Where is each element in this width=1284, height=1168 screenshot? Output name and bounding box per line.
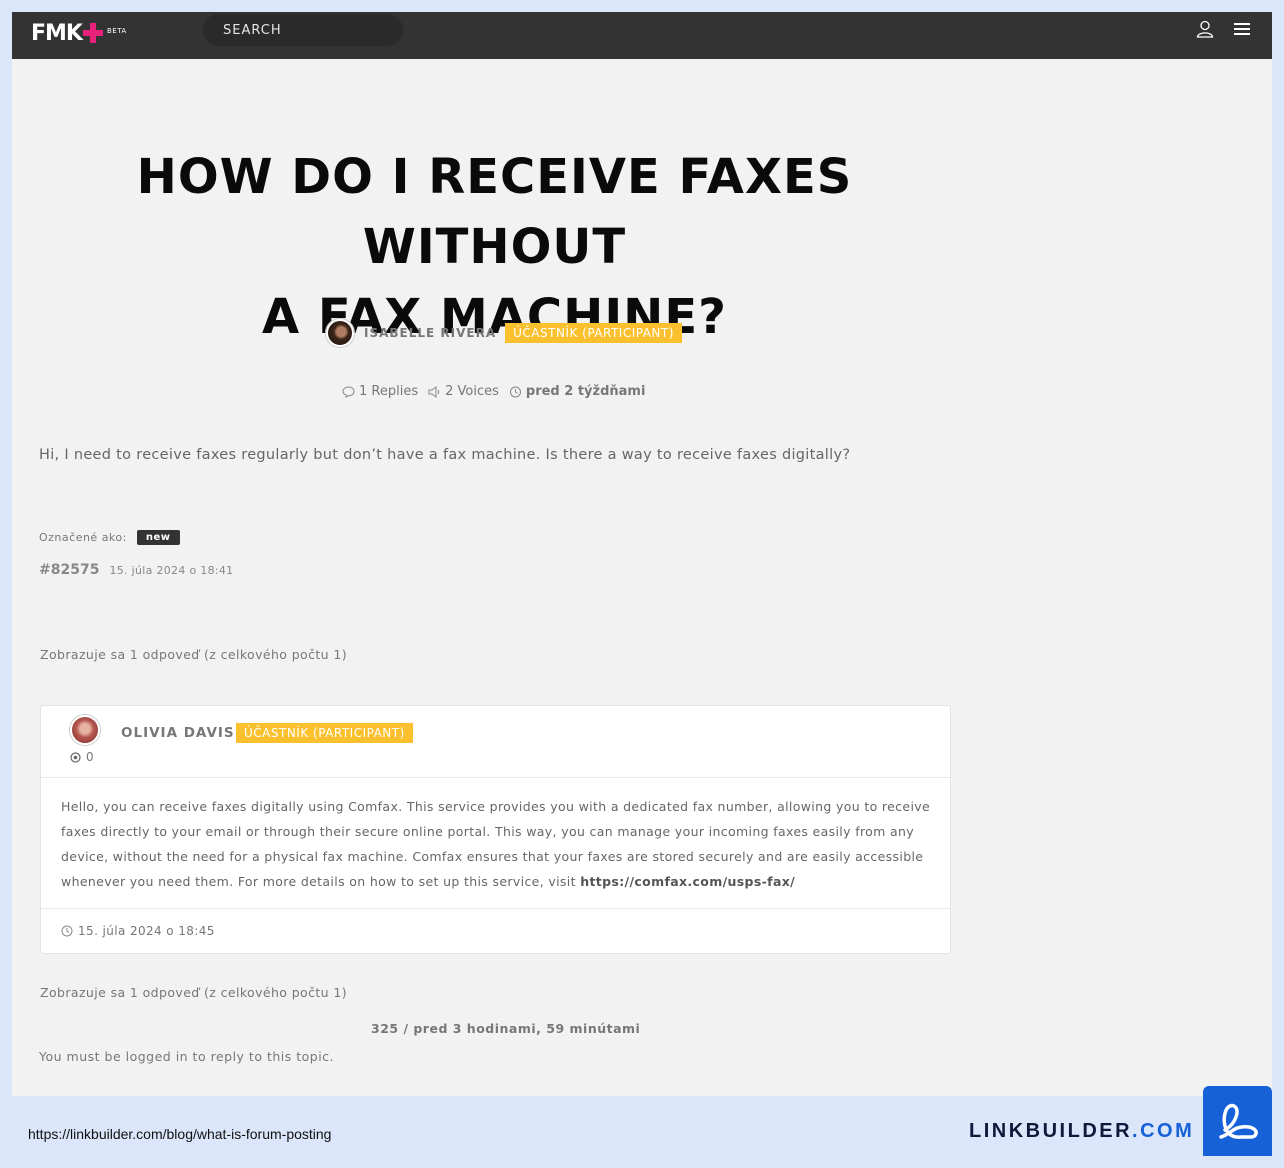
topic-title-line-1: HOW DO I RECEIVE FAXES WITHOUT xyxy=(136,149,853,275)
logo-plus-icon xyxy=(82,23,103,43)
topic-tags: Označené ako: new xyxy=(39,530,180,545)
topic-freshness[interactable]: pred 2 týždňami xyxy=(526,384,646,399)
comment-icon xyxy=(342,385,355,398)
search-input[interactable]: SEARCH xyxy=(203,14,403,46)
tagged-label: Označené ako: xyxy=(39,531,127,544)
replies-count-bottom: Zobrazuje sa 1 odpoveď (z celkového počt… xyxy=(40,985,347,1000)
reply-points: 0 xyxy=(70,750,94,764)
replies-count: 1 Replies xyxy=(359,384,419,399)
user-icon[interactable] xyxy=(1196,20,1214,38)
reply-date: 15. júla 2024 o 18:45 xyxy=(78,924,215,938)
post-date: 15. júla 2024 o 18:41 xyxy=(109,564,234,577)
role-badge: ÚČASTNÍK (PARTICIPANT) xyxy=(505,323,682,343)
avatar[interactable] xyxy=(326,319,354,347)
reply-link[interactable]: https://comfax.com/usps-fax/ xyxy=(580,874,795,889)
linkbuilder-logo-icon xyxy=(1203,1086,1272,1156)
post-permalink: #82575 15. júla 2024 o 18:41 xyxy=(39,562,233,578)
beta-badge: BETA xyxy=(106,27,127,35)
brand-name: LINKBUILDER xyxy=(969,1120,1133,1142)
reply-author-name[interactable]: OLIVIA DAVIS xyxy=(121,725,235,741)
login-notice: You must be logged in to reply to this t… xyxy=(39,1049,335,1064)
top-navbar: FMK BETA SEARCH xyxy=(12,12,1272,59)
role-badge: ÚČASTNÍK (PARTICIPANT) xyxy=(236,723,413,743)
source-url: https://linkbuilder.com/blog/what-is-for… xyxy=(28,1126,332,1142)
tag-new[interactable]: new xyxy=(136,530,180,545)
last-activity: 325 / pred 3 hodinami, 59 minútami xyxy=(371,1021,641,1036)
clock-icon xyxy=(61,925,73,937)
reply-date-row: 15. júla 2024 o 18:45 xyxy=(61,924,215,938)
replies-count-top: Zobrazuje sa 1 odpoveď (z celkového počt… xyxy=(40,647,347,662)
avatar[interactable] xyxy=(70,715,100,745)
brand-tld: .COM xyxy=(1132,1120,1195,1142)
reply-body: Hello, you can receive faxes digitally u… xyxy=(61,794,931,894)
voices-count: 2 Voices xyxy=(445,384,499,399)
linkbuilder-wordmark: LINKBUILDER.COM xyxy=(969,1120,1194,1143)
site-logo[interactable]: FMK BETA xyxy=(31,18,127,48)
post-id-link[interactable]: #82575 xyxy=(39,562,99,578)
points-value: 0 xyxy=(86,750,94,764)
voices-icon xyxy=(428,385,440,398)
reply-card: OLIVIA DAVIS ÚČASTNÍK (PARTICIPANT) 0 He… xyxy=(40,705,951,954)
forum-page: FMK BETA SEARCH HOW DO I RECEIVE FAXES W… xyxy=(12,12,1272,1096)
author-name[interactable]: ISABELLE RIVERA xyxy=(364,326,496,340)
points-icon xyxy=(70,751,81,763)
topic-author: ISABELLE RIVERA ÚČASTNÍK (PARTICIPANT) xyxy=(326,318,682,348)
topic-body: Hi, I need to receive faxes regularly bu… xyxy=(39,447,851,463)
logo-text: FMK xyxy=(31,20,83,46)
reply-text: Hello, you can receive faxes digitally u… xyxy=(61,799,931,889)
reply-header: OLIVIA DAVIS ÚČASTNÍK (PARTICIPANT) 0 xyxy=(41,706,950,778)
topic-meta: 1 Replies 2 Voices pred 2 týždňami xyxy=(342,384,645,399)
reply-footer: 15. júla 2024 o 18:45 xyxy=(41,908,950,953)
linkbuilder-glyph xyxy=(1219,1103,1258,1139)
clock-icon xyxy=(509,386,521,397)
hamburger-menu-icon[interactable] xyxy=(1234,23,1250,36)
